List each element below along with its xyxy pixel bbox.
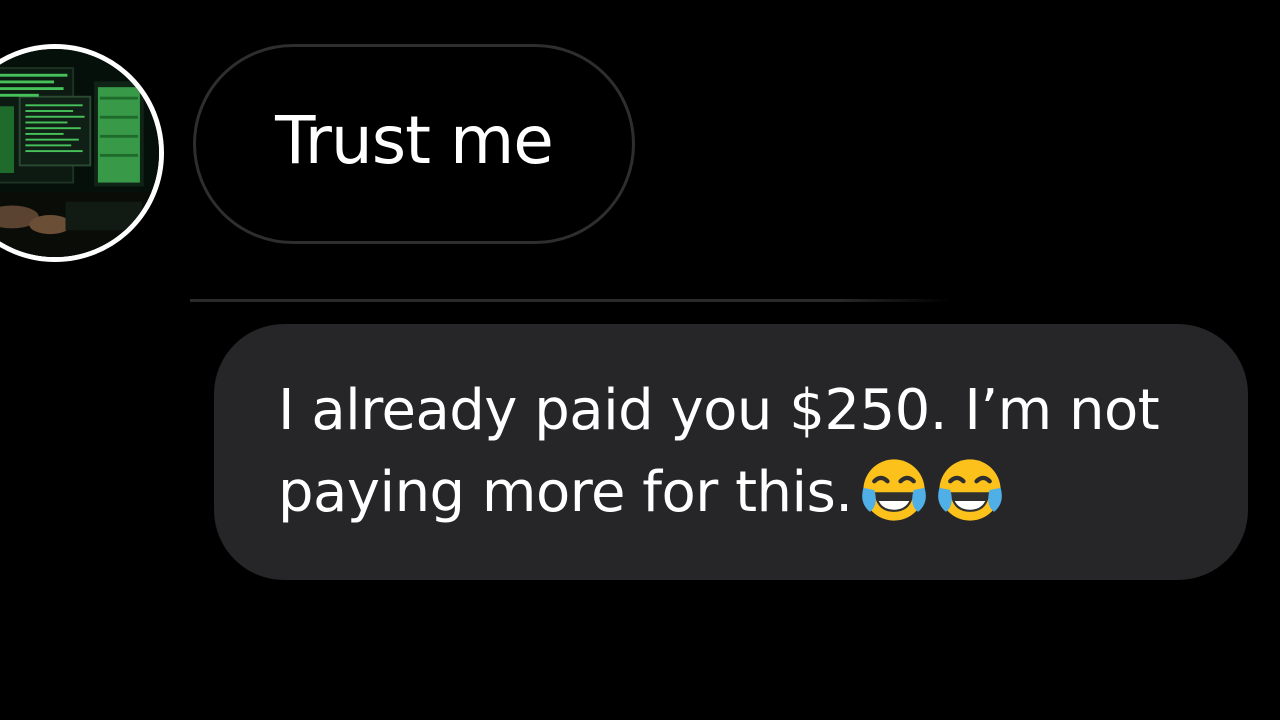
sent-message-text: I already paid you $250. I’m not paying … (278, 378, 1160, 525)
chat-thread: Trust me I already paid you $250. I’m no… (0, 0, 1280, 720)
sent-message-bubble[interactable]: I already paid you $250. I’m not paying … (214, 324, 1248, 580)
face-with-tears-of-joy-icon (935, 455, 1005, 525)
message-divider (190, 299, 950, 302)
face-with-tears-of-joy-icon (859, 455, 929, 525)
avatar-image (0, 49, 159, 257)
received-message-text: Trust me (275, 102, 554, 179)
received-message-bubble[interactable]: Trust me (193, 44, 635, 244)
contact-avatar[interactable] (0, 44, 164, 262)
